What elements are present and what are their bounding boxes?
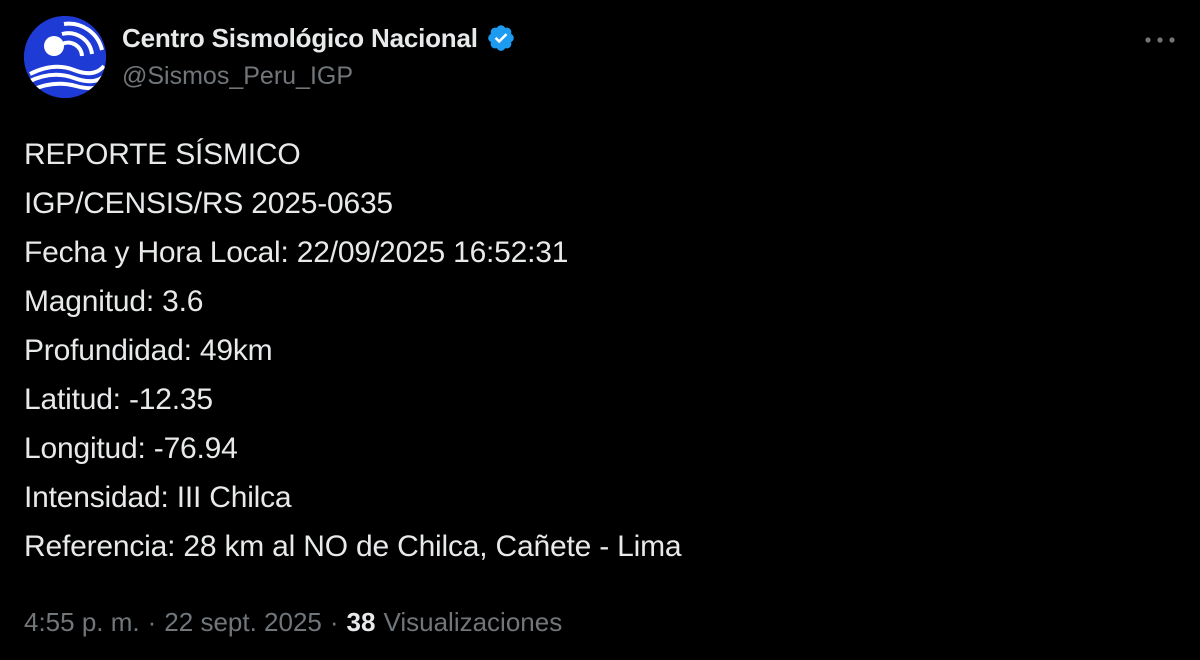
igp-logo-icon	[24, 16, 106, 98]
more-options-button[interactable]	[1142, 26, 1178, 54]
author-name-row[interactable]: Centro Sismológico Nacional	[122, 20, 516, 56]
tweet-line: Fecha y Hora Local: 22/09/2025 16:52:31	[24, 236, 569, 269]
tweet-line: Profundidad: 49km	[24, 334, 273, 367]
more-options-icon	[1145, 37, 1175, 43]
author-handle[interactable]: @Sismos_Peru_IGP	[122, 62, 353, 91]
verified-badge-icon	[487, 25, 514, 51]
views-label[interactable]: Visualizaciones	[383, 607, 562, 638]
avatar[interactable]	[24, 16, 106, 98]
meta-separator: ·	[147, 606, 157, 637]
tweet-line: IGP/CENSIS/RS 2025-0635	[24, 187, 393, 220]
tweet-card: Centro Sismológico Nacional @Sismos_Peru…	[0, 0, 1200, 660]
tweet-time[interactable]: 4:55 p. m.	[24, 607, 140, 638]
tweet-text: REPORTE SÍSMICO IGP/CENSIS/RS 2025-0635 …	[24, 130, 1174, 571]
tweet-line: Longitud: -76.94	[24, 432, 238, 465]
tweet-line: Latitud: -12.35	[24, 383, 213, 416]
views-count[interactable]: 38	[347, 607, 376, 638]
tweet-line: Intensidad: III Chilca	[24, 481, 292, 514]
tweet-line: Magnitud: 3.6	[24, 285, 204, 318]
tweet-meta: 4:55 p. m. · 22 sept. 2025 · 38 Visualiz…	[24, 602, 562, 642]
meta-separator: ·	[329, 606, 339, 637]
tweet-line: Referencia: 28 km al NO de Chilca, Cañet…	[24, 530, 682, 563]
tweet-date[interactable]: 22 sept. 2025	[164, 607, 322, 638]
author-display-name[interactable]: Centro Sismológico Nacional	[122, 23, 478, 54]
tweet-line: REPORTE SÍSMICO	[24, 138, 301, 171]
